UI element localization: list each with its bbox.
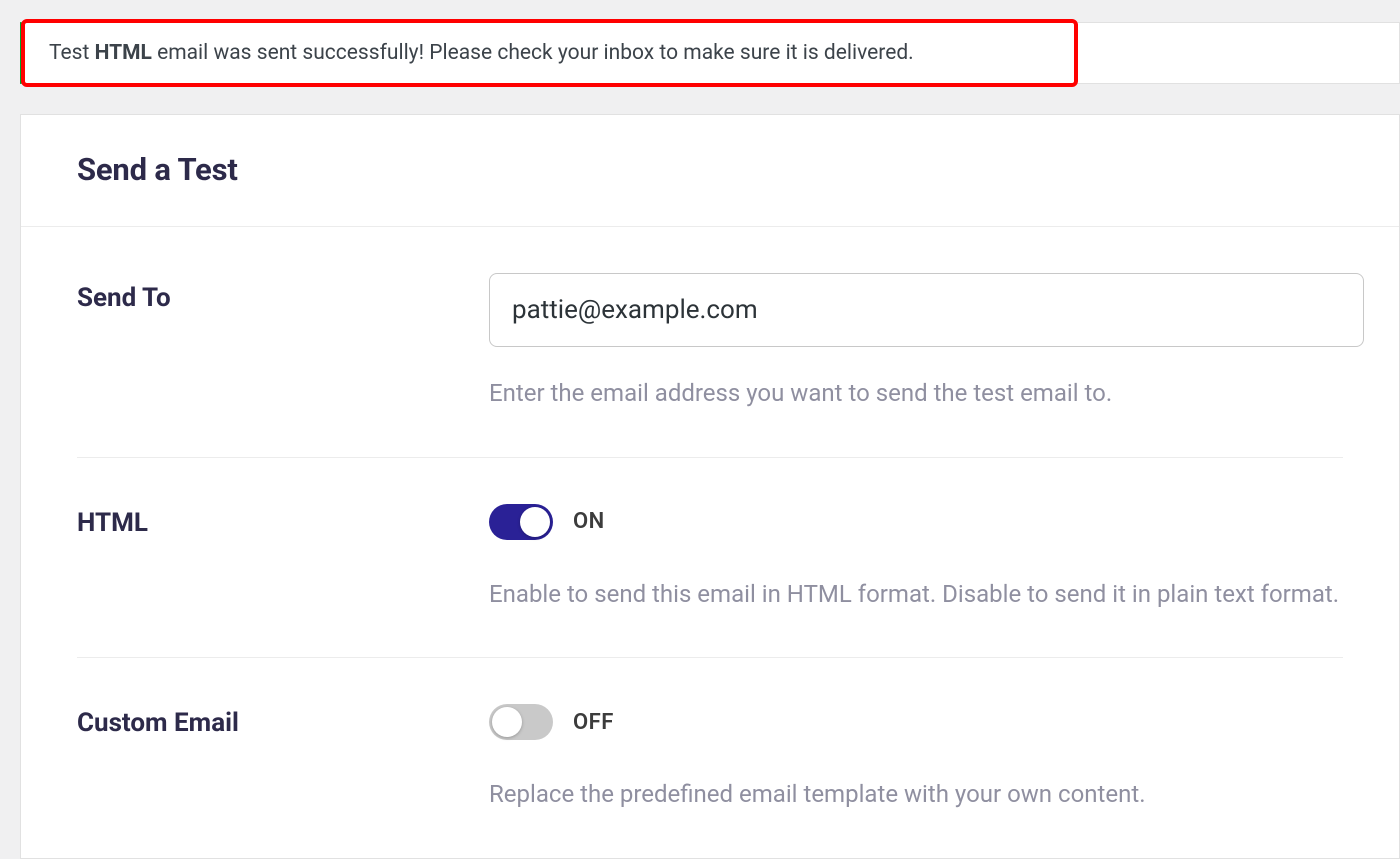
custom-email-toggle-state: OFF — [573, 710, 614, 735]
notice-text-suffix: email was sent successfully! Please chec… — [152, 41, 914, 65]
notice-text-bold: HTML — [95, 41, 152, 65]
send-test-panel: Send a Test Send To pattie@example.com E… — [20, 114, 1400, 859]
send-to-help: Enter the email address you want to send… — [489, 377, 1364, 411]
custom-email-help: Replace the predefined email template wi… — [489, 778, 1343, 812]
send-to-row: Send To pattie@example.com Enter the ema… — [77, 227, 1343, 458]
notice-text-prefix: Test — [49, 41, 95, 65]
send-to-label: Send To — [77, 273, 489, 313]
html-label: HTML — [77, 504, 489, 538]
html-help: Enable to send this email in HTML format… — [489, 578, 1343, 612]
html-toggle[interactable] — [489, 504, 553, 540]
html-toggle-state: ON — [573, 509, 605, 534]
toggle-knob-icon — [520, 507, 550, 537]
panel-title: Send a Test — [77, 151, 1343, 188]
custom-email-row: Custom Email OFF Replace the predefined … — [77, 658, 1343, 858]
panel-header: Send a Test — [21, 115, 1399, 227]
toggle-knob-icon — [492, 707, 522, 737]
custom-email-label: Custom Email — [77, 704, 489, 738]
custom-email-toggle[interactable] — [489, 704, 553, 740]
send-to-input[interactable]: pattie@example.com — [489, 273, 1364, 347]
html-row: HTML ON Enable to send this email in HTM… — [77, 458, 1343, 659]
send-to-input-value: pattie@example.com — [512, 295, 758, 325]
success-notice: Test HTML email was sent successfully! P… — [20, 22, 1400, 84]
